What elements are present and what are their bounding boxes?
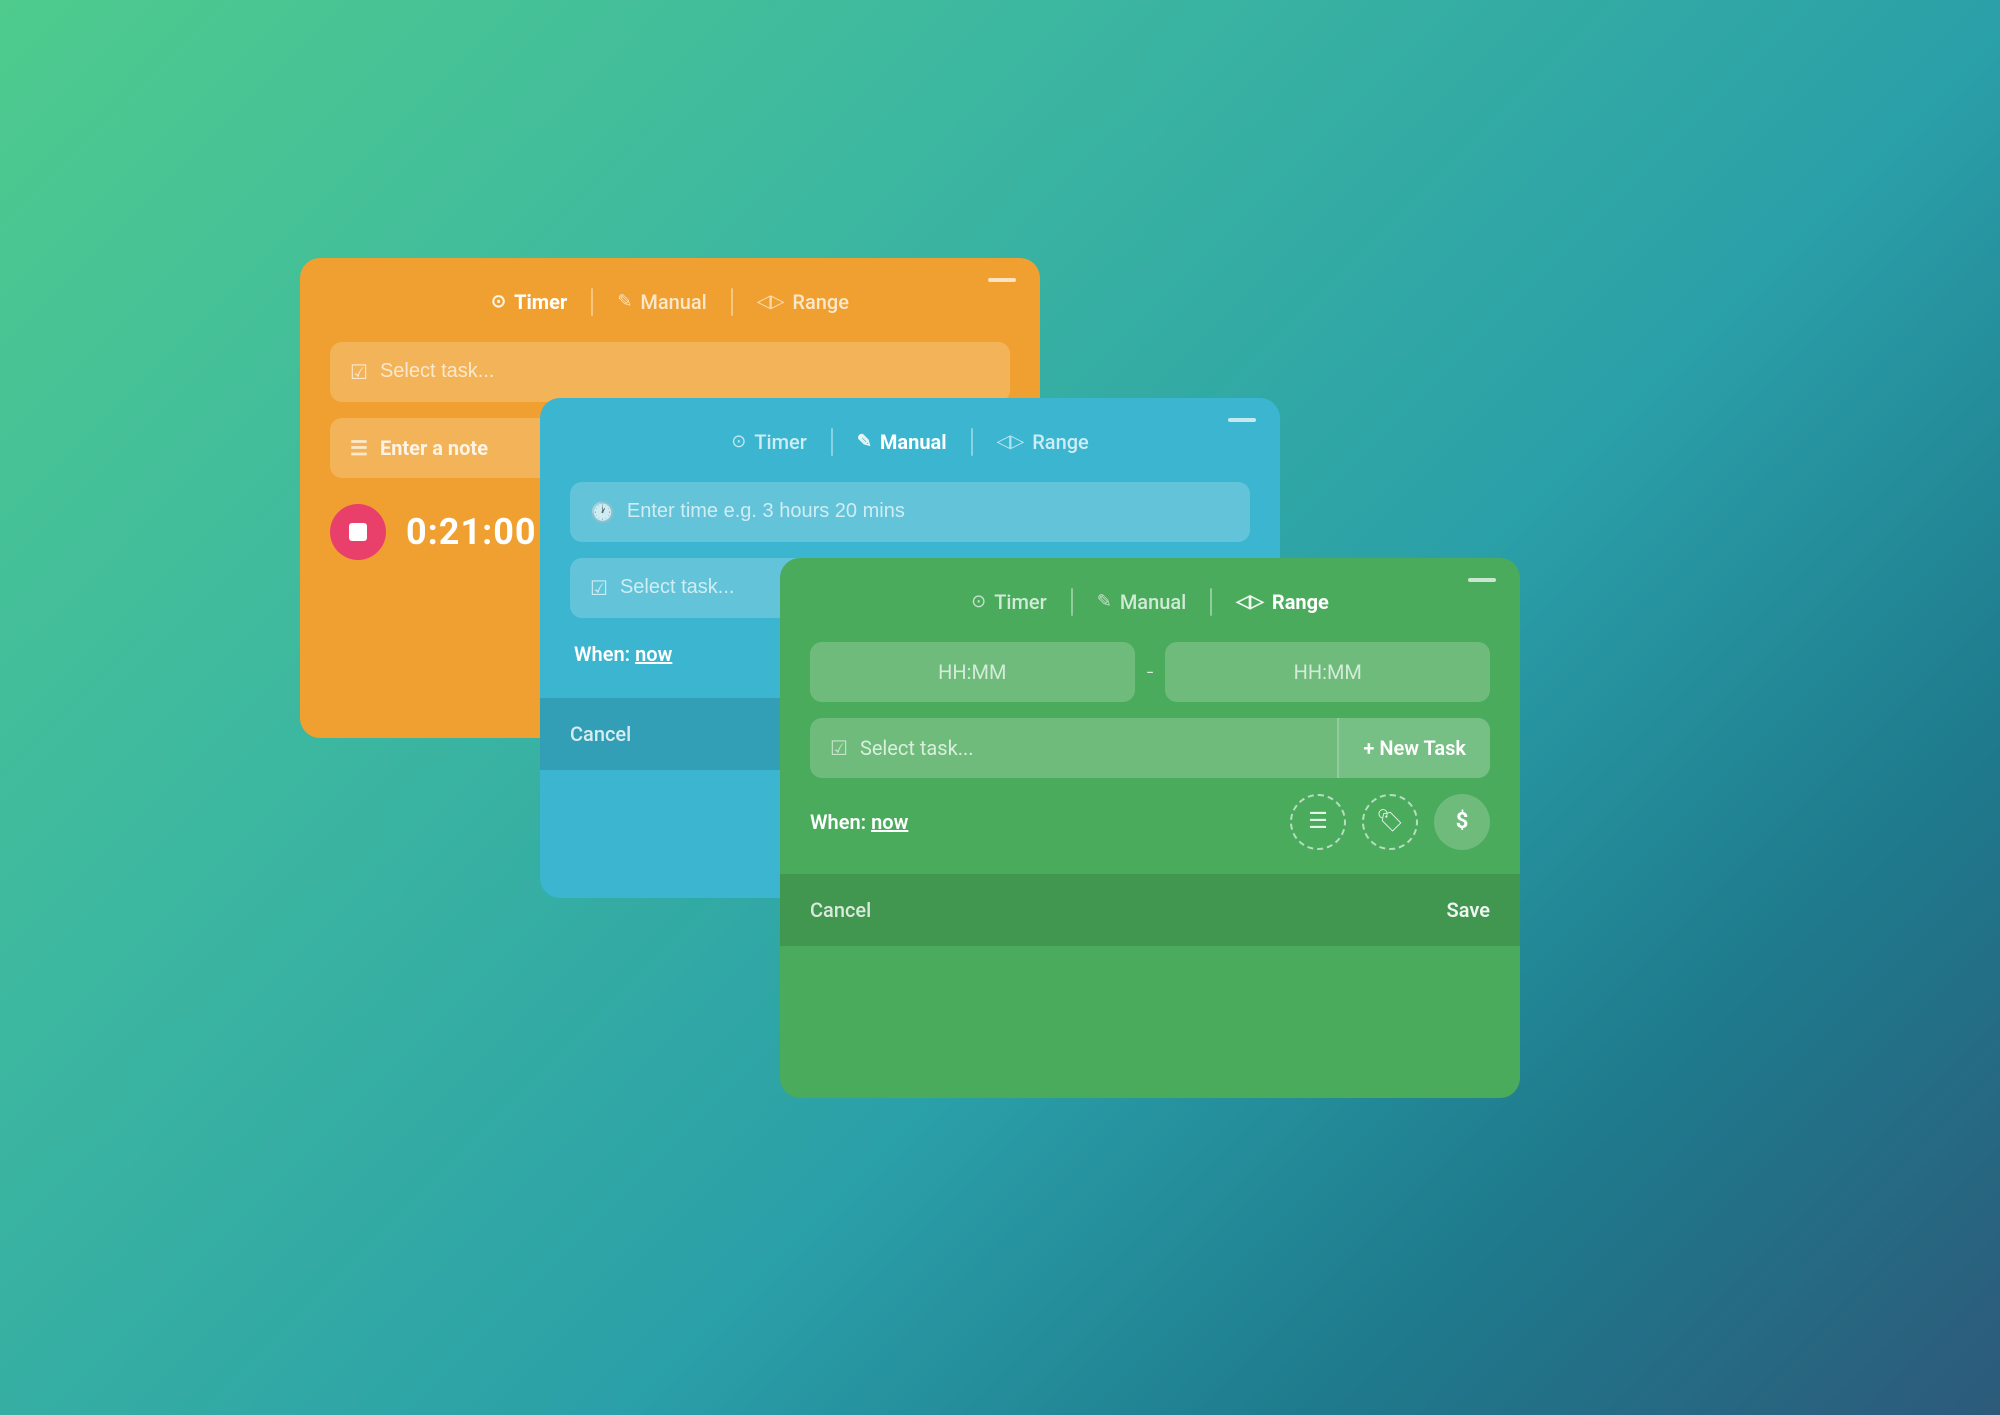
blue-tab-range[interactable]: ◁▷ Range (973, 422, 1113, 462)
orange-tab-manual[interactable]: ✎ Manual (593, 282, 731, 322)
range-icon: ◁▷ (997, 431, 1025, 452)
green-when-label: When: now (810, 810, 908, 834)
green-tab-range[interactable]: ◁▷ Range (1212, 582, 1353, 622)
green-when-icons-row: When: now ☰ 🏷 $ (810, 794, 1490, 850)
blue-minimize-button[interactable] (1228, 418, 1256, 422)
green-save-button[interactable]: Save (1447, 894, 1490, 926)
green-tag-button[interactable]: 🏷 (1362, 794, 1418, 850)
task-checkbox-icon: ☑ (350, 360, 368, 384)
note-lines-icon: ☰ (1308, 809, 1328, 834)
green-card-header: ⊙ Timer ✎ Manual ◁▷ Range (780, 558, 1520, 642)
green-range-row: HH:MM - HH:MM (810, 642, 1490, 702)
green-tab-group: ⊙ Timer ✎ Manual ◁▷ Range (947, 582, 1353, 622)
green-card-footer: Cancel Save (780, 874, 1520, 946)
orange-tab-timer[interactable]: ⊙ Timer (467, 282, 591, 322)
orange-timer-display: 0:21:00 (406, 511, 537, 553)
green-end-time-input[interactable]: HH:MM (1165, 642, 1490, 702)
orange-tab-group: ⊙ Timer ✎ Manual ◁▷ Range (467, 282, 873, 322)
orange-card-header: ⊙ Timer ✎ Manual ◁▷ Range (300, 258, 1040, 342)
task-checkbox-icon: ☑ (590, 576, 608, 600)
green-when-now[interactable]: now (871, 810, 908, 834)
blue-when-now[interactable]: now (635, 642, 672, 666)
edit-icon: ✎ (1097, 591, 1112, 612)
green-note-button[interactable]: ☰ (1290, 794, 1346, 850)
range-icon: ◁▷ (757, 291, 785, 312)
green-start-time-input[interactable]: HH:MM (810, 642, 1135, 702)
blue-tab-timer[interactable]: ⊙ Timer (707, 422, 831, 462)
blue-tab-manual[interactable]: ✎ Manual (833, 422, 971, 462)
orange-stop-button[interactable] (330, 504, 386, 560)
note-lines-icon: ☰ (350, 436, 368, 460)
green-minimize-button[interactable] (1468, 578, 1496, 582)
green-icon-buttons: ☰ 🏷 $ (1290, 794, 1490, 850)
blue-card-header: ⊙ Timer ✎ Manual ◁▷ Range (540, 398, 1280, 482)
clock-icon: 🕐 (590, 500, 615, 524)
orange-select-task-field[interactable]: ☑ (330, 342, 1010, 402)
blue-time-input-field[interactable]: 🕐 (570, 482, 1250, 542)
blue-time-input[interactable] (627, 500, 1230, 523)
task-checkbox-icon: ☑ (830, 736, 848, 760)
orange-tab-range[interactable]: ◁▷ Range (733, 282, 873, 322)
edit-icon: ✎ (857, 431, 872, 452)
edit-icon: ✎ (617, 291, 632, 312)
green-billing-button[interactable]: $ (1434, 794, 1490, 850)
green-range-separator: - (1147, 658, 1154, 686)
green-card: ⊙ Timer ✎ Manual ◁▷ Range HH:MM (780, 558, 1520, 1098)
cards-container: ⊙ Timer ✎ Manual ◁▷ Range ☑ (300, 258, 1700, 1158)
blue-cancel-button[interactable]: Cancel (570, 718, 631, 750)
play-icon: ⊙ (971, 591, 986, 612)
tag-icon: 🏷 (1376, 809, 1404, 834)
stop-icon (349, 523, 367, 541)
green-task-row: ☑ Select task... + New Task (810, 718, 1490, 778)
green-card-body: HH:MM - HH:MM ☑ Select task... + New Tas… (780, 642, 1520, 874)
blue-when-label: When: now (574, 642, 672, 666)
orange-minimize-button[interactable] (988, 278, 1016, 282)
green-select-task-field[interactable]: ☑ Select task... (810, 718, 1337, 778)
green-tab-timer[interactable]: ⊙ Timer (947, 582, 1071, 622)
green-tab-manual[interactable]: ✎ Manual (1073, 582, 1211, 622)
orange-select-task-input[interactable] (380, 360, 990, 383)
range-icon: ◁▷ (1236, 591, 1264, 612)
play-icon: ⊙ (491, 291, 506, 312)
green-new-task-button[interactable]: + New Task (1337, 718, 1490, 778)
blue-tab-group: ⊙ Timer ✎ Manual ◁▷ Range (707, 422, 1113, 462)
green-cancel-button[interactable]: Cancel (810, 894, 871, 926)
dollar-icon: $ (1456, 809, 1469, 834)
play-icon: ⊙ (731, 431, 746, 452)
